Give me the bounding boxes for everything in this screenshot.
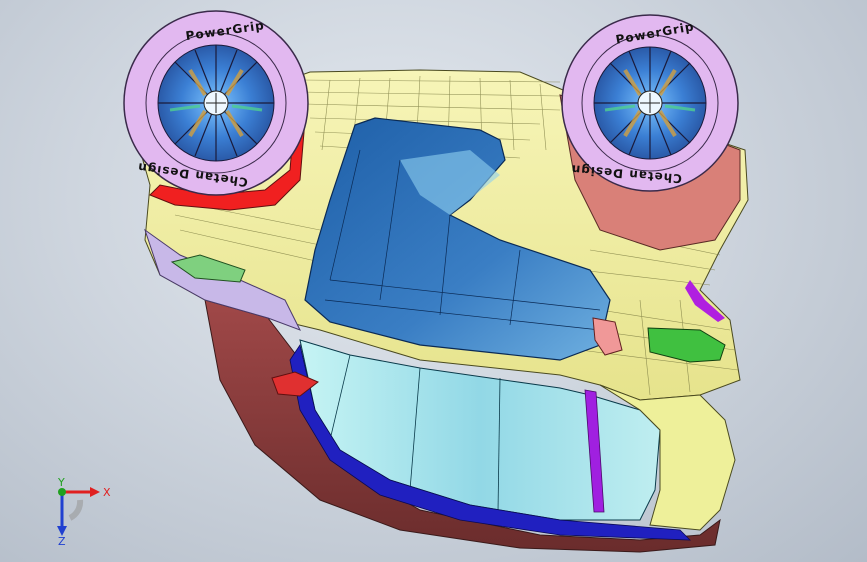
x-axis-label: X — [103, 486, 111, 499]
triad-plane — [68, 499, 84, 521]
left-wheel[interactable]: PowerGrip Chetan Design — [123, 10, 309, 196]
right-wheel[interactable]: PowerGrip Chetan Design — [561, 14, 739, 192]
y-axis-dot — [58, 488, 66, 496]
y-axis-label: Y — [57, 478, 65, 489]
x-arrow-head — [90, 487, 100, 497]
z-axis-label: Z — [58, 535, 66, 546]
coordinate-triad: X Y Z — [57, 478, 111, 546]
cad-graphics-viewport[interactable]: PowerGrip Chetan Design PowerGrip Chetan… — [0, 0, 867, 562]
car-3d-model[interactable]: PowerGrip Chetan Design PowerGrip Chetan… — [0, 0, 867, 562]
